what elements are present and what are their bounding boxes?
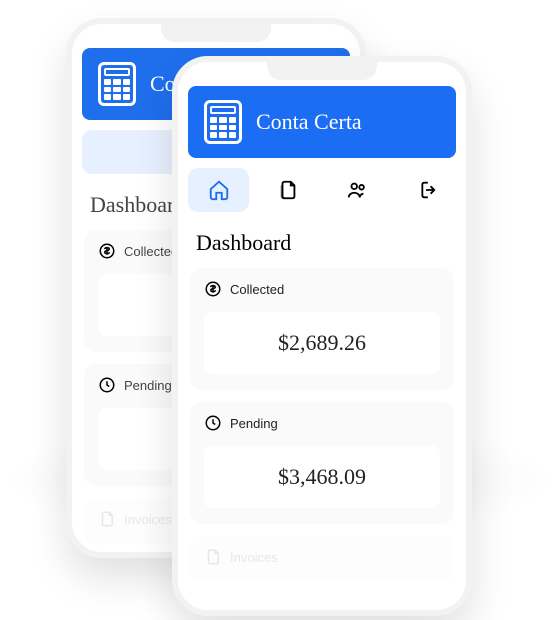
home-icon <box>208 179 230 201</box>
people-icon <box>346 179 368 201</box>
invoices-label: Invoices <box>124 512 172 527</box>
dollar-icon <box>98 242 116 260</box>
invoices-label: Invoices <box>230 550 278 565</box>
clock-icon <box>204 414 222 432</box>
nav-logout[interactable] <box>395 168 456 212</box>
page-title: Dashboard <box>196 230 448 256</box>
bottom-nav <box>188 168 456 212</box>
document-icon <box>277 179 299 201</box>
nav-clients[interactable] <box>326 168 387 212</box>
document-icon <box>204 548 222 566</box>
pending-label: Pending <box>230 416 278 431</box>
logout-icon <box>415 179 437 201</box>
collected-card: Collected $2,689.26 <box>190 268 454 390</box>
app-header: Conta Certa <box>188 86 456 158</box>
collected-value: $2,689.26 <box>204 312 440 374</box>
pending-card: Pending $3,468.09 <box>190 402 454 524</box>
calculator-icon <box>204 100 242 144</box>
invoices-card: Invoices <box>190 536 454 582</box>
dollar-icon <box>204 280 222 298</box>
collected-label: Collected <box>124 244 178 259</box>
app-title: Conta Certa <box>256 109 362 135</box>
pending-label: Pending <box>124 378 172 393</box>
pending-value: $3,468.09 <box>204 446 440 508</box>
collected-label: Collected <box>230 282 284 297</box>
phone-mockup-front: Conta Certa Dashboard Collected $2,689.2… <box>172 56 472 616</box>
calculator-icon <box>98 62 136 106</box>
clock-icon <box>98 376 116 394</box>
nav-home[interactable] <box>188 168 249 212</box>
nav-documents[interactable] <box>257 168 318 212</box>
document-icon <box>98 510 116 528</box>
